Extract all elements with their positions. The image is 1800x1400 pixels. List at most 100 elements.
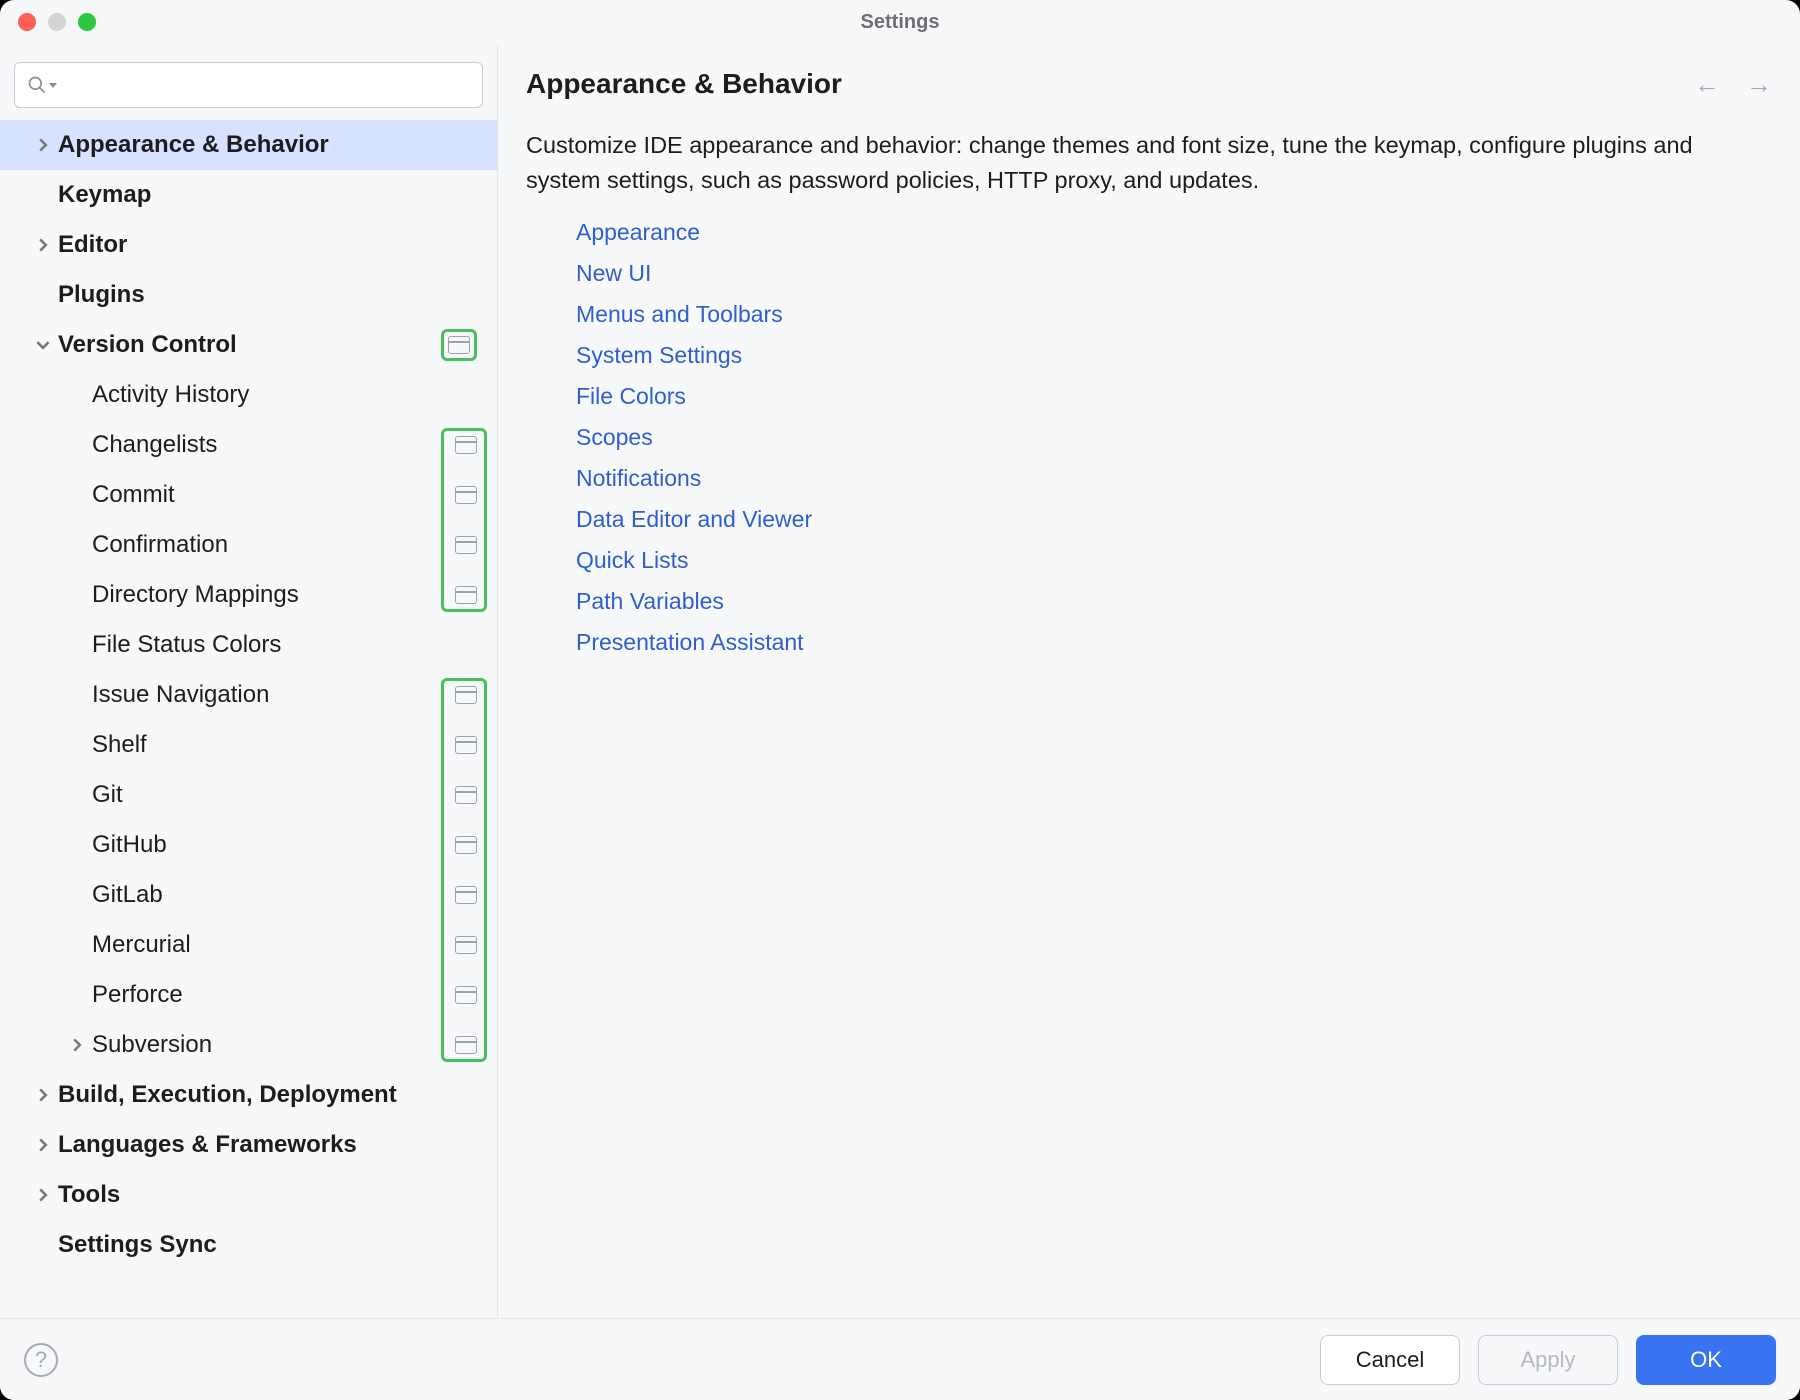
zoom-window-icon[interactable]: [78, 13, 96, 31]
tree-item-label: Shelf: [92, 731, 455, 759]
tree-item[interactable]: Activity History: [0, 370, 497, 420]
highlight-marker: [441, 329, 477, 361]
tree-item[interactable]: Version Control: [0, 320, 497, 370]
tree-item[interactable]: Mercurial: [0, 920, 497, 970]
settings-window: Settings Appearance & Behavior Keymap Edit…: [0, 0, 1800, 1400]
search-icon: [27, 75, 47, 95]
nav-history: ← →: [1694, 71, 1772, 97]
tree-item[interactable]: Settings Sync: [0, 1220, 497, 1270]
search-input[interactable]: [14, 62, 483, 108]
project-scope-icon: [455, 836, 477, 854]
page-title: Appearance & Behavior: [526, 68, 842, 100]
footer: ? Cancel Apply OK: [0, 1318, 1800, 1400]
project-scope-icon: [455, 986, 477, 1004]
ok-button[interactable]: OK: [1636, 1335, 1776, 1385]
settings-link[interactable]: File Colors: [576, 383, 686, 410]
tree-item[interactable]: Issue Navigation: [0, 670, 497, 720]
content-pane: Appearance & Behavior ← → Customize IDE …: [498, 44, 1800, 1318]
tree-item[interactable]: GitHub: [0, 820, 497, 870]
cancel-button[interactable]: Cancel: [1320, 1335, 1460, 1385]
tree-item-label: Git: [92, 781, 455, 809]
tree-item[interactable]: Subversion: [0, 1020, 497, 1070]
settings-link[interactable]: Quick Lists: [576, 547, 688, 574]
search-field[interactable]: [65, 74, 482, 97]
settings-link[interactable]: Menus and Toolbars: [576, 301, 783, 328]
tree-item-label: Tools: [58, 1181, 477, 1209]
settings-link[interactable]: Data Editor and Viewer: [576, 506, 812, 533]
nav-forward-icon[interactable]: →: [1746, 71, 1772, 97]
tree-item[interactable]: Editor: [0, 220, 497, 270]
tree-item-label: Confirmation: [92, 531, 455, 559]
tree-item-label: Activity History: [92, 381, 477, 409]
tree-item-label: Languages & Frameworks: [58, 1131, 477, 1159]
settings-tree: Appearance & Behavior Keymap Editor Plugins…: [0, 120, 497, 1318]
tree-item[interactable]: Git: [0, 770, 497, 820]
tree-item-label: Issue Navigation: [92, 681, 455, 709]
project-scope-icon: [455, 536, 477, 554]
chevron-right-icon[interactable]: [28, 1088, 58, 1102]
project-scope-icon: [455, 486, 477, 504]
project-scope-icon: [455, 736, 477, 754]
project-scope-icon: [455, 686, 477, 704]
tree-item[interactable]: GitLab: [0, 870, 497, 920]
project-scope-icon: [448, 336, 470, 354]
minimize-window-icon[interactable]: [48, 13, 66, 31]
tree-item-label: GitHub: [92, 831, 455, 859]
tree-item[interactable]: Shelf: [0, 720, 497, 770]
settings-link[interactable]: Scopes: [576, 424, 653, 451]
project-scope-icon: [455, 786, 477, 804]
tree-item-label: Appearance & Behavior: [58, 131, 477, 159]
tree-item[interactable]: Appearance & Behavior: [0, 120, 497, 170]
tree-item-label: Changelists: [92, 431, 455, 459]
tree-item[interactable]: Commit: [0, 470, 497, 520]
project-scope-icon: [455, 586, 477, 604]
project-scope-icon: [455, 886, 477, 904]
search-dropdown-icon[interactable]: [49, 83, 57, 88]
chevron-right-icon[interactable]: [28, 1188, 58, 1202]
settings-link[interactable]: Appearance: [576, 219, 700, 246]
tree-item[interactable]: Directory Mappings: [0, 570, 497, 620]
tree-item-label: Perforce: [92, 981, 455, 1009]
titlebar: Settings: [0, 0, 1800, 44]
window-title: Settings: [0, 11, 1800, 34]
chevron-right-icon[interactable]: [28, 138, 58, 152]
nav-back-icon[interactable]: ←: [1694, 71, 1720, 97]
settings-link[interactable]: Notifications: [576, 465, 701, 492]
tree-item-label: Version Control: [58, 331, 441, 359]
project-scope-icon: [455, 936, 477, 954]
tree-item[interactable]: Changelists: [0, 420, 497, 470]
close-window-icon[interactable]: [18, 13, 36, 31]
tree-item-label: GitLab: [92, 881, 455, 909]
tree-item-label: Subversion: [92, 1031, 455, 1059]
chevron-down-icon[interactable]: [28, 338, 58, 352]
settings-link[interactable]: System Settings: [576, 342, 742, 369]
tree-item[interactable]: Keymap: [0, 170, 497, 220]
help-icon[interactable]: ?: [24, 1343, 58, 1377]
tree-item[interactable]: Tools: [0, 1170, 497, 1220]
project-scope-icon: [455, 1036, 477, 1054]
tree-item[interactable]: Confirmation: [0, 520, 497, 570]
settings-link[interactable]: Presentation Assistant: [576, 629, 804, 656]
chevron-right-icon[interactable]: [62, 1038, 92, 1052]
project-scope-icon: [455, 436, 477, 454]
tree-item-label: Editor: [58, 231, 477, 259]
window-controls: [0, 13, 96, 31]
tree-item[interactable]: Plugins: [0, 270, 497, 320]
tree-item-label: Plugins: [58, 281, 477, 309]
tree-item-label: Settings Sync: [58, 1231, 477, 1259]
page-description: Customize IDE appearance and behavior: c…: [526, 128, 1772, 199]
tree-item-label: Build, Execution, Deployment: [58, 1081, 477, 1109]
settings-link[interactable]: Path Variables: [576, 588, 724, 615]
apply-button[interactable]: Apply: [1478, 1335, 1618, 1385]
tree-item-label: Keymap: [58, 181, 477, 209]
tree-item[interactable]: Perforce: [0, 970, 497, 1020]
chevron-right-icon[interactable]: [28, 238, 58, 252]
tree-item[interactable]: Languages & Frameworks: [0, 1120, 497, 1170]
sidebar: Appearance & Behavior Keymap Editor Plugins…: [0, 44, 498, 1318]
chevron-right-icon[interactable]: [28, 1138, 58, 1152]
tree-item[interactable]: File Status Colors: [0, 620, 497, 670]
tree-item-label: Commit: [92, 481, 455, 509]
tree-item-label: File Status Colors: [92, 631, 477, 659]
settings-link[interactable]: New UI: [576, 260, 651, 287]
tree-item[interactable]: Build, Execution, Deployment: [0, 1070, 497, 1120]
